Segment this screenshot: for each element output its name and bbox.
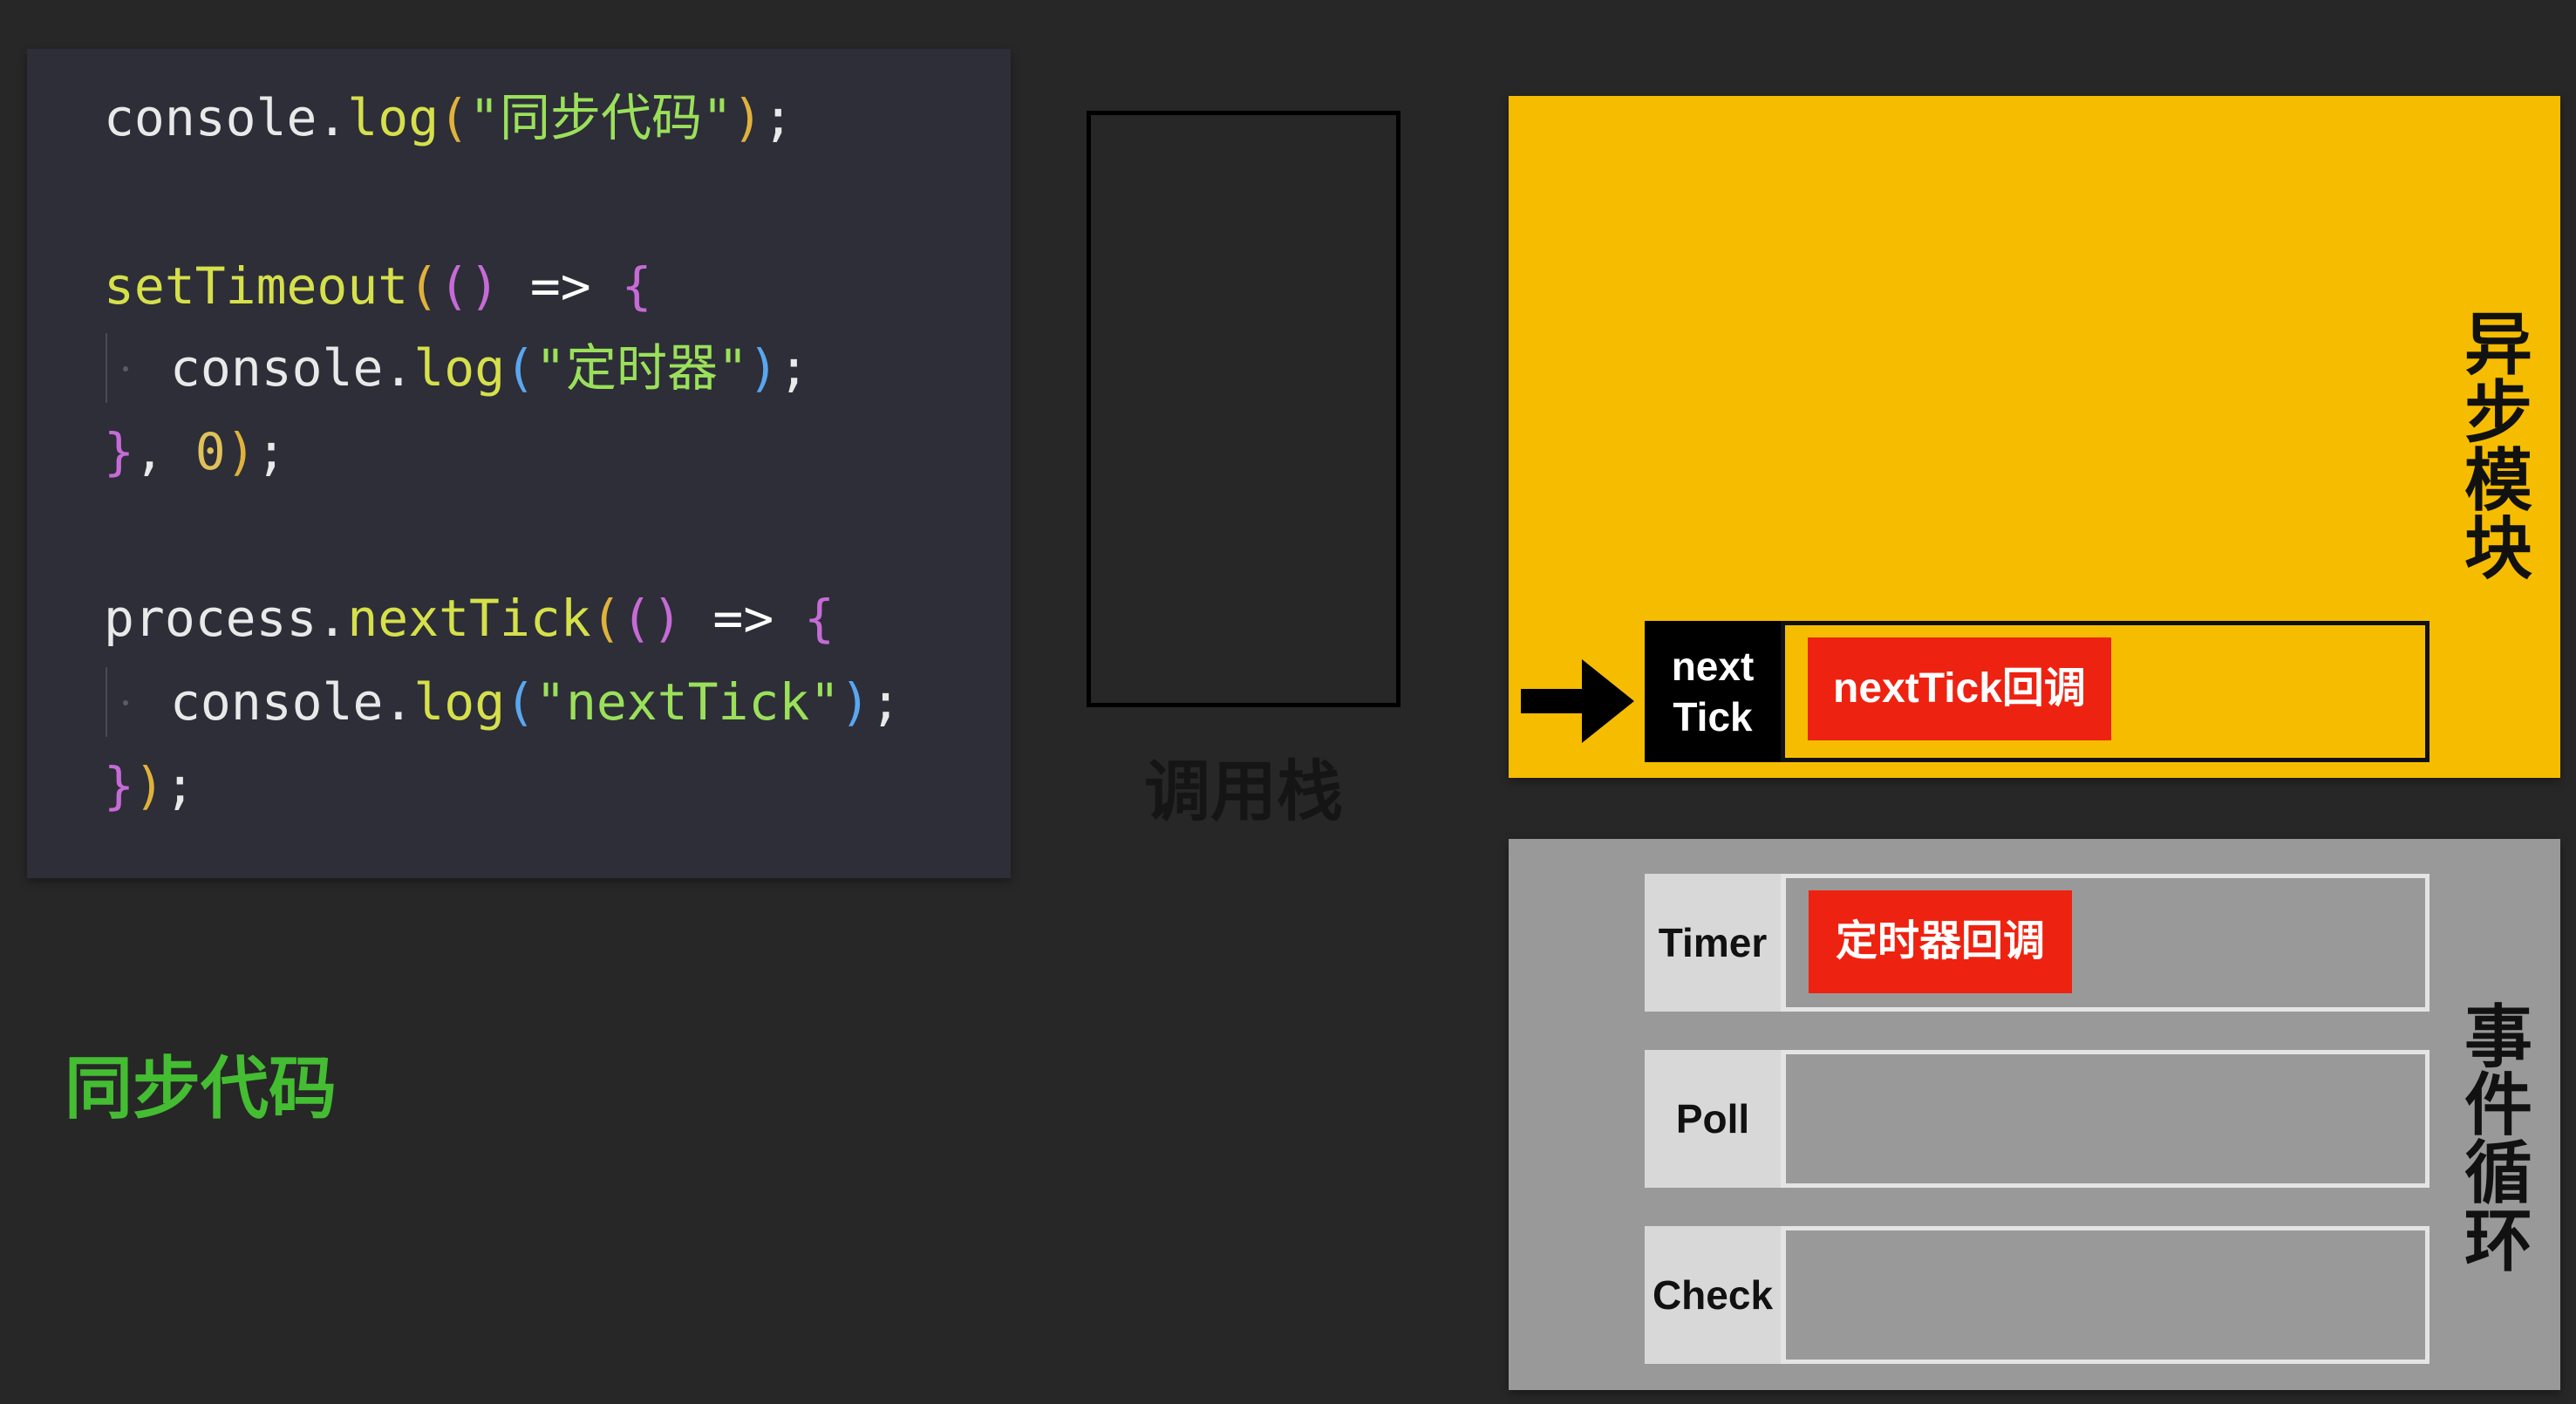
timer-phase: Timer 定时器回调 [1645, 874, 2429, 1012]
code-token: ( [590, 589, 622, 648]
call-stack-box [1087, 111, 1400, 707]
poll-phase-tag: Poll [1645, 1050, 1781, 1188]
code-token: "同步代码" [469, 88, 733, 147]
code-token: ( [439, 88, 470, 147]
code-token: setTimeout [104, 256, 409, 316]
code-token: { [621, 256, 652, 316]
nexttick-queue: next Tick nextTick回调 [1645, 621, 2429, 762]
code-panel: console.log("同步代码"); setTimeout(() => { … [27, 49, 1011, 878]
code-token: log [413, 338, 506, 398]
timer-callback: 定时器回调 [1809, 890, 2072, 993]
check-phase: Check [1645, 1226, 2429, 1364]
code-token: => [712, 589, 774, 648]
code-line-3: setTimeout(() => { [104, 251, 652, 321]
event-loop-label: 事件循环 [2464, 998, 2532, 1279]
sync-code-label: 同步代码 [65, 1050, 337, 1127]
code-token: ) [747, 338, 779, 398]
code-token: ) [732, 88, 763, 147]
code-token: . [383, 338, 414, 398]
code-token: ; [762, 88, 794, 147]
code-token: { [804, 589, 835, 648]
code-line-8: console.log("nextTick"); [104, 667, 901, 737]
code-token: ) [133, 756, 165, 815]
code-token: ; [870, 672, 902, 732]
async-module-panel: next Tick nextTick回调 异步模块 [1509, 96, 2560, 778]
code-line-1: console.log("同步代码"); [104, 83, 794, 153]
code-token: ; [164, 756, 195, 815]
timer-phase-body: 定时器回调 [1781, 874, 2429, 1012]
timer-phase-tag: Timer [1645, 874, 1781, 1012]
code-token: "定时器" [535, 338, 748, 398]
code-token: . [317, 589, 348, 648]
check-phase-body [1781, 1226, 2429, 1364]
code-token: ( [505, 338, 536, 398]
poll-phase: Poll [1645, 1050, 2429, 1188]
code-token: ; [778, 338, 809, 398]
poll-phase-body [1781, 1050, 2429, 1188]
nexttick-queue-body: nextTick回调 [1781, 621, 2429, 762]
code-token: } [104, 756, 134, 815]
code-token: "nextTick" [535, 672, 841, 732]
event-loop-panel: Timer 定时器回调 Poll Check 事件循环 [1509, 839, 2560, 1390]
code-token: ( [408, 256, 440, 316]
code-line-9: }); [104, 751, 195, 821]
call-stack-label: 调用栈 [1144, 755, 1343, 829]
check-phase-tag: Check [1645, 1226, 1781, 1364]
code-token: console [104, 88, 317, 147]
code-token: () [439, 256, 500, 316]
code-token: console [170, 672, 384, 732]
code-token: } [104, 422, 134, 481]
code-line-4: console.log("定时器"); [104, 333, 809, 403]
code-line-7: process.nextTick(() => { [104, 583, 835, 653]
code-token: , [133, 422, 195, 481]
async-module-label: 异步模块 [2464, 306, 2532, 587]
code-token: ; [256, 422, 287, 481]
code-token: process [104, 589, 317, 648]
code-token: . [383, 672, 414, 732]
code-token: 0 [194, 422, 226, 481]
arrow-right-icon [1521, 659, 1634, 743]
code-token: => [529, 256, 591, 316]
code-token: console [170, 338, 384, 398]
indent-guide [104, 333, 170, 403]
code-token: log [413, 672, 506, 732]
indent-guide [104, 667, 170, 737]
code-token: ) [225, 422, 256, 481]
code-line-5: }, 0); [104, 417, 287, 487]
code-token: . [317, 88, 348, 147]
code-token: log [347, 88, 440, 147]
code-token: ) [840, 672, 871, 732]
code-token: ( [505, 672, 536, 732]
code-token: () [621, 589, 683, 648]
nexttick-queue-tag: next Tick [1645, 621, 1781, 762]
nexttick-callback: nextTick回调 [1808, 637, 2111, 740]
code-token: nextTick [347, 589, 591, 648]
